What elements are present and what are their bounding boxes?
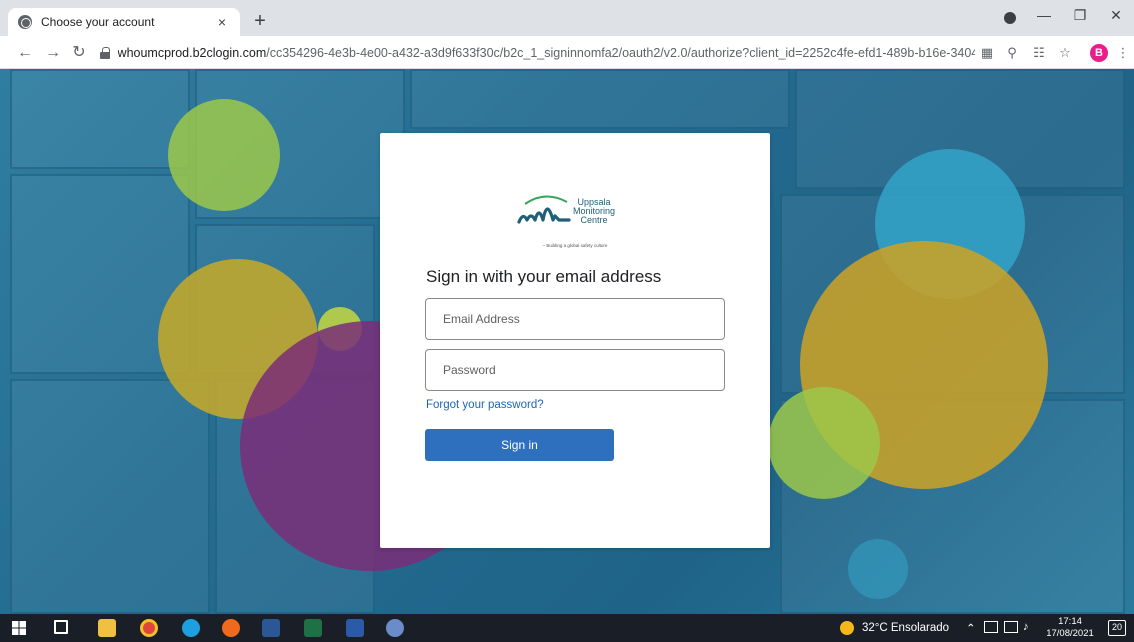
window-controls: — ❐ ✕: [1026, 0, 1134, 30]
task-view-icon[interactable]: [54, 620, 68, 634]
background-photo-tile: [410, 69, 790, 129]
volume-icon[interactable]: ♪: [1023, 621, 1029, 633]
weather-text[interactable]: 32°C Ensolarado: [862, 622, 949, 634]
close-window-button[interactable]: ✕: [1098, 0, 1134, 30]
tab-title: Choose your account: [41, 15, 155, 29]
logo-wordmark: Uppsala Monitoring Centre: [573, 198, 615, 225]
umc-logo-mark-icon: [517, 195, 571, 224]
menu-dots-icon[interactable]: ⋮: [1114, 44, 1132, 62]
profile-dot-icon[interactable]: [1004, 12, 1016, 24]
umc-logo: Uppsala Monitoring Centre – Building a g…: [515, 190, 635, 250]
restore-button[interactable]: ❐: [1062, 0, 1098, 30]
globe-icon: [18, 15, 32, 29]
browser-tab-strip: Choose your account × + — ❐ ✕: [0, 0, 1134, 36]
file-explorer-icon[interactable]: [98, 619, 116, 637]
taskbar: 32°C Ensolarado ⌃ ♪ 17:14 17/08/2021 20: [0, 614, 1134, 642]
chrome-icon[interactable]: [140, 619, 158, 637]
address-bar[interactable]: whoumcprod.b2clogin.com/cc354296-4e3b-4e…: [100, 40, 975, 66]
app-icon-orange[interactable]: [222, 619, 240, 637]
system-clock[interactable]: 17:14 17/08/2021: [1044, 616, 1096, 640]
notification-center-icon[interactable]: 20: [1108, 620, 1126, 636]
chevron-up-icon[interactable]: ⌃: [966, 621, 976, 635]
app-icon-paint[interactable]: [386, 619, 404, 637]
qr-code-icon[interactable]: ▦: [978, 44, 996, 62]
background-photo-tile: [10, 379, 210, 614]
logo-tagline: – Building a global safety culture: [542, 243, 608, 248]
minimize-button[interactable]: —: [1026, 0, 1062, 30]
word-icon[interactable]: [262, 619, 280, 637]
key-icon[interactable]: ⚲: [1003, 44, 1021, 62]
sign-in-card: Uppsala Monitoring Centre – Building a g…: [380, 133, 770, 548]
page-title: Sign in with your email address: [426, 267, 662, 286]
logo-line-3: Centre: [580, 215, 608, 225]
display-icon[interactable]: [1004, 621, 1018, 633]
decorative-bubble: [768, 387, 880, 499]
decorative-bubble: [168, 99, 280, 211]
app-icon-blue[interactable]: [346, 619, 364, 637]
url-text: whoumcprod.b2clogin.com/cc354296-4e3b-4e…: [118, 46, 975, 60]
weather-sun-icon[interactable]: [840, 621, 854, 635]
translate-icon[interactable]: ☷: [1030, 44, 1048, 62]
sign-in-button[interactable]: Sign in: [425, 429, 614, 461]
forgot-password-link[interactable]: Forgot your password?: [426, 399, 544, 411]
profile-avatar[interactable]: B: [1090, 44, 1108, 62]
password-field[interactable]: [425, 349, 725, 391]
clock-date: 17/08/2021: [1046, 628, 1094, 639]
bookmark-star-icon[interactable]: ☆: [1056, 44, 1074, 62]
background-photo-tile: [10, 69, 190, 169]
edge-icon[interactable]: [182, 619, 200, 637]
new-tab-button[interactable]: +: [248, 10, 272, 34]
back-button[interactable]: ←: [14, 42, 36, 64]
clock-time: 17:14: [1058, 616, 1082, 627]
browser-toolbar: ← → ↻ whoumcprod.b2clogin.com/cc354296-4…: [0, 36, 1134, 69]
lock-icon[interactable]: [100, 47, 110, 59]
decorative-bubble: [848, 539, 908, 599]
tab-close-button[interactable]: ×: [214, 14, 230, 30]
network-icon[interactable]: [984, 621, 998, 633]
forward-button[interactable]: →: [42, 42, 64, 64]
email-field[interactable]: [425, 298, 725, 340]
browser-tab[interactable]: Choose your account ×: [8, 8, 240, 36]
url-host: whoumcprod.b2clogin.com: [117, 46, 267, 60]
url-path: /cc354296-4e3b-4e00-a432-a3d9f633f30c/b2…: [266, 46, 975, 60]
excel-icon[interactable]: [304, 619, 322, 637]
reload-button[interactable]: ↻: [68, 42, 90, 64]
windows-start-icon[interactable]: [12, 621, 26, 635]
